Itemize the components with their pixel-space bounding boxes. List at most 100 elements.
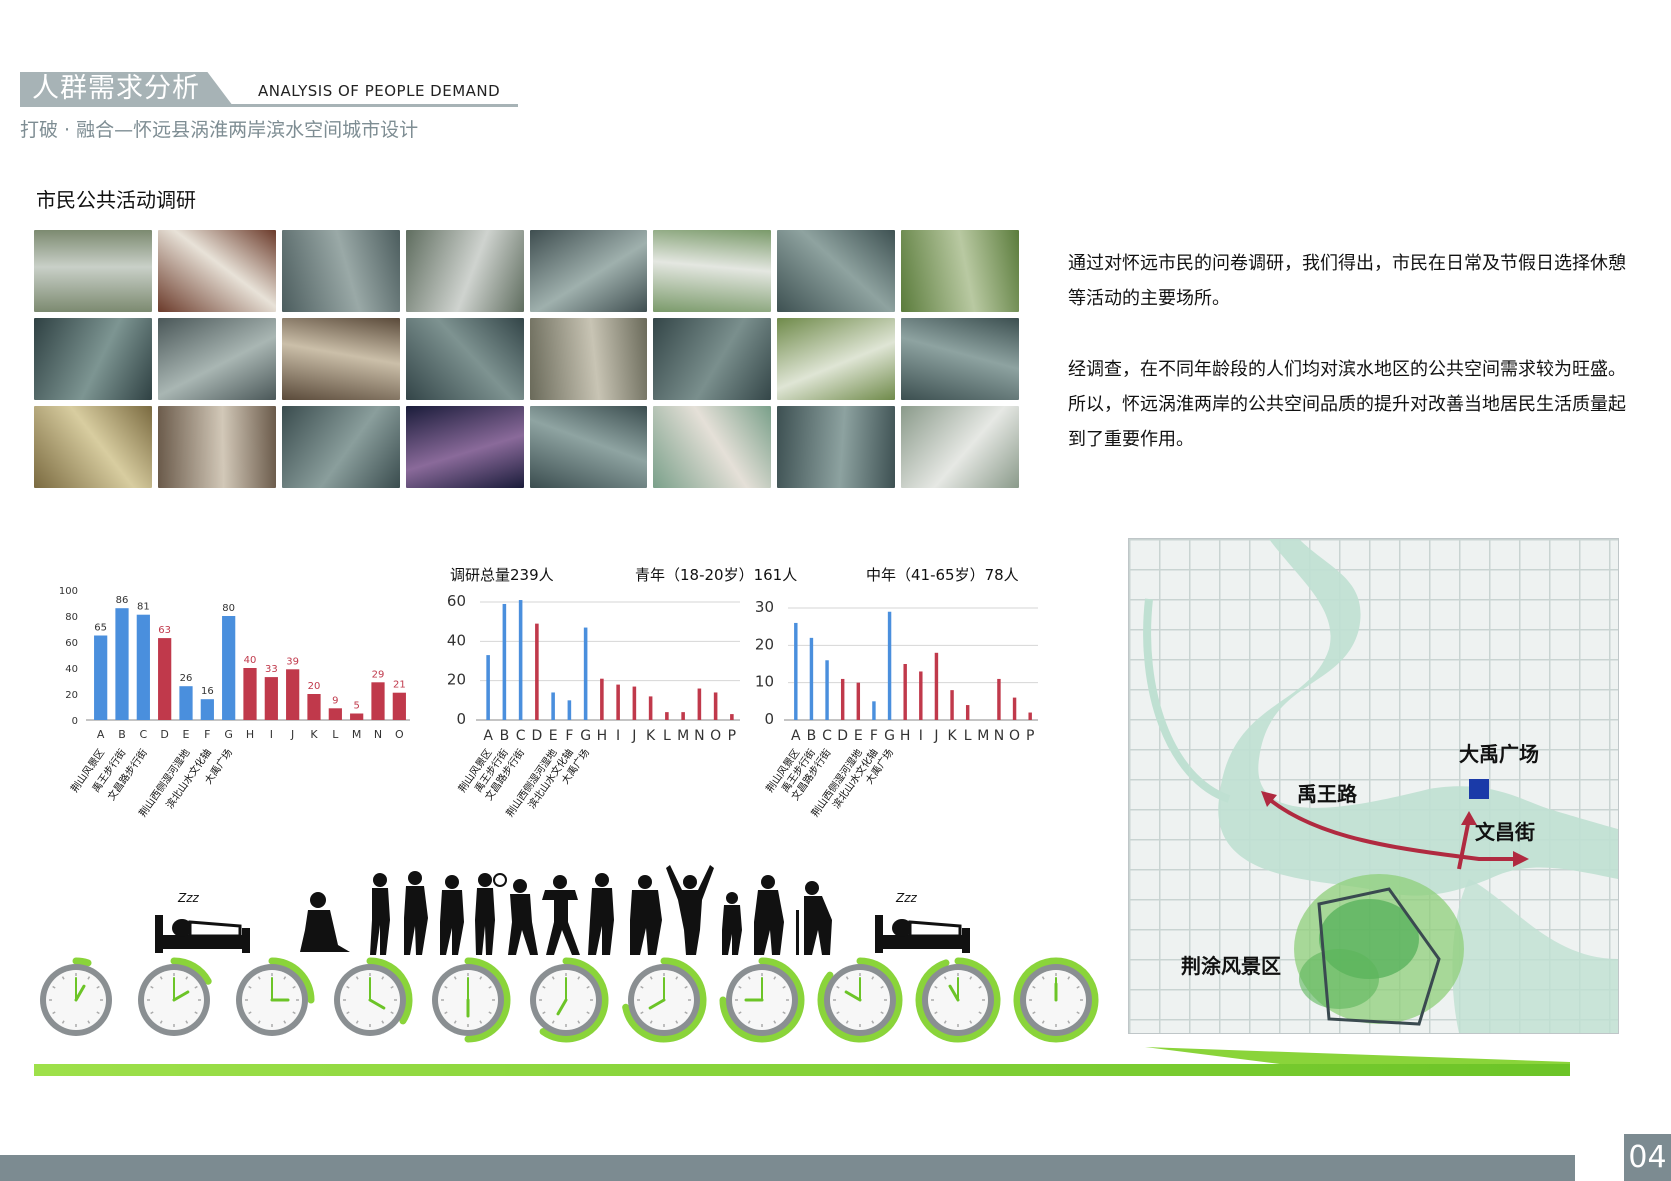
y-tick-label: 0 (456, 710, 466, 728)
activity-photo (653, 318, 772, 400)
bar (825, 660, 829, 720)
y-tick-label: 80 (65, 612, 78, 623)
x-tick-label: I (919, 728, 923, 744)
x-tick-label: K (947, 728, 957, 744)
bar (1012, 697, 1017, 720)
sitting-person-icon (300, 892, 350, 952)
activity-photo (777, 318, 896, 400)
x-tick-label: E (183, 728, 190, 741)
x-tick-label: L (964, 728, 972, 744)
activity-photo (529, 230, 648, 312)
bar (856, 682, 861, 720)
activity-photo (529, 406, 648, 488)
x-tick-label: D (837, 728, 848, 744)
description-paragraph-2: 经调查，在不同年龄段的人们均对滨水地区的公共空间需求较为旺盛。所以，怀远涡淮两岸… (1068, 359, 1626, 450)
data-label: 5 (353, 701, 359, 712)
x-tick-label: J (631, 728, 636, 744)
data-label: 65 (94, 623, 107, 634)
x-tick-label: M (677, 728, 689, 744)
data-label: 63 (158, 625, 171, 636)
data-label: 20 (308, 681, 321, 692)
bar (600, 678, 604, 720)
dancing-person-icon (542, 875, 580, 955)
bar (681, 712, 685, 720)
x-tick-label: G (884, 728, 895, 744)
y-tick-label: 30 (755, 598, 774, 616)
data-label: 33 (265, 664, 278, 675)
x-tick-label: A (791, 728, 801, 744)
clock-icon (334, 957, 413, 1036)
bar (286, 669, 300, 720)
x-tick-label: C (516, 728, 526, 744)
x-tick-label: H (900, 728, 911, 744)
bar (502, 603, 507, 720)
bar (919, 671, 923, 720)
x-tick-label: O (1009, 728, 1020, 744)
walking-person-1-icon (370, 873, 390, 955)
bar (616, 684, 620, 720)
activity-photo (653, 230, 772, 312)
bar (713, 692, 718, 720)
y-tick-label: 20 (447, 671, 466, 689)
survey-charts: 020406080100A65B86C81D63E26F16G80H40I33J… (59, 566, 1038, 819)
x-tick-label: E (549, 728, 558, 744)
activity-photo (34, 406, 152, 488)
x-tick-label: B (807, 728, 817, 744)
y-tick-label: 0 (72, 716, 78, 727)
section-title: 市民公共活动调研 (36, 188, 196, 212)
bar (328, 708, 342, 720)
activity-photo (901, 318, 1019, 400)
bar (809, 637, 814, 720)
page-title: 人群需求分析 (32, 73, 200, 104)
scenic-area (1294, 874, 1464, 1026)
y-tick-label: 60 (65, 638, 78, 649)
y-tick-label: 40 (65, 664, 78, 675)
x-tick-label: E (854, 728, 863, 744)
x-tick-label: L (332, 728, 339, 741)
bar (222, 616, 236, 720)
site-map-drawing: 大禹广场 禹王路 文昌街 荆涂风景区 (1129, 539, 1618, 1033)
x-tick-label: M (977, 728, 989, 744)
skating-person-icon (630, 875, 662, 955)
map-label-scenic-area: 荆涂风景区 (1181, 954, 1281, 978)
timeline-bar (34, 1047, 1570, 1076)
child-person-icon (722, 892, 742, 955)
activity-photo (405, 318, 524, 400)
bar (632, 686, 637, 720)
bar (583, 627, 588, 720)
data-label: 21 (393, 680, 406, 691)
walking-person-3-icon (440, 875, 464, 955)
map-label-dayu-square: 大禹广场 (1459, 742, 1539, 766)
jumping-person-icon (666, 865, 714, 955)
x-tick-label: B (118, 728, 126, 741)
clock-icon (622, 957, 707, 1043)
data-label: 81 (137, 602, 150, 613)
title-underline (20, 104, 518, 107)
x-tick-label: P (728, 728, 736, 744)
data-label: 16 (201, 686, 214, 697)
bar (158, 638, 172, 720)
x-tick-label: B (500, 728, 510, 744)
photo-grid (34, 230, 1019, 488)
description-paragraph-1: 通过对怀远市民的问卷调研，我们得出，市民在日常及节假日选择休憩等活动的主要场所。 (1068, 253, 1626, 309)
bar (264, 677, 278, 720)
x-tick-label: P (1026, 728, 1034, 744)
page-number: 04 (1624, 1134, 1671, 1181)
activity-photo (405, 406, 524, 488)
activity-photo (281, 230, 400, 312)
svg-text:Zzz: Zzz (177, 891, 200, 905)
standing-person-icon (475, 873, 495, 955)
activity-photo (157, 406, 276, 488)
clock-icon (1013, 957, 1099, 1043)
x-tick-label: J (933, 728, 938, 744)
data-label: 86 (116, 595, 129, 606)
chart-title: 调研总量239人 (450, 566, 554, 584)
activity-photo (653, 406, 772, 488)
activity-silhouettes: Zzz Zzz (155, 865, 970, 955)
clock-icon (236, 957, 315, 1036)
bar (115, 608, 129, 720)
bar (371, 682, 385, 720)
footer-bar (0, 1155, 1575, 1181)
x-tick-label: M (352, 728, 362, 741)
clock-icon (817, 957, 903, 1043)
